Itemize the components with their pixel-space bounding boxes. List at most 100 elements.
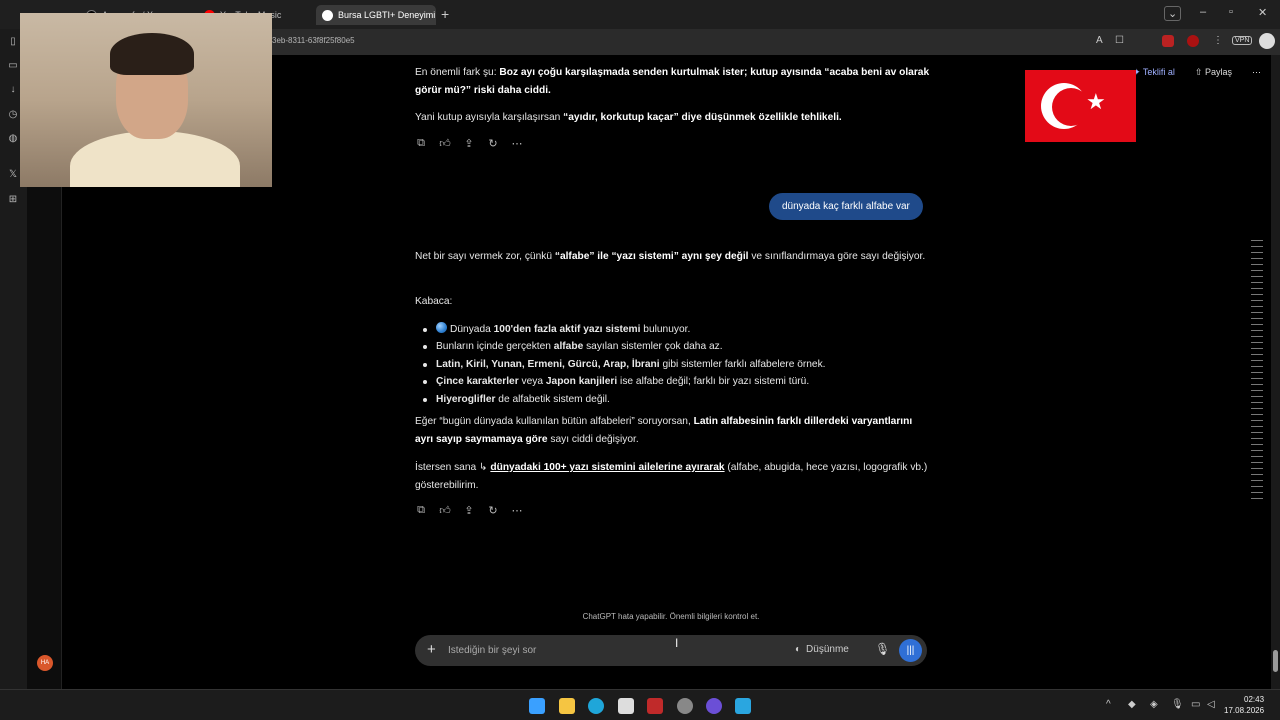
settings-icon[interactable] (677, 698, 693, 714)
thumbs-icon[interactable]: 👍︎ (439, 137, 451, 150)
text: Bunların içinde gerçekten (436, 341, 554, 353)
text: ve sınıflandırmaya göre sayı değişiyor. (748, 251, 926, 262)
extensions-menu-icon[interactable]: ⋮ (1213, 35, 1223, 46)
new-tab-button[interactable]: + (441, 6, 449, 22)
add-attachment-button[interactable]: + (427, 641, 436, 658)
scrollbar-thumb[interactable] (1273, 650, 1278, 672)
vivaldi-icon[interactable] (647, 698, 663, 714)
more-options-icon[interactable]: ⋯ (1252, 67, 1261, 78)
edge-icon[interactable] (588, 698, 604, 714)
conversation-minimap[interactable] (1251, 240, 1263, 502)
store-icon[interactable] (618, 698, 634, 714)
voice-mode-button[interactable]: ||| (899, 639, 922, 662)
thinking-label: Düşünme (806, 644, 849, 655)
copy-icon[interactable]: ⧉ (415, 137, 427, 150)
text: Net bir sayı vermek zor, çünkü (415, 251, 555, 262)
maximize-button[interactable]: ▫ (1229, 6, 1233, 18)
get-plus-button[interactable]: ✦ Teklifi al (1133, 67, 1175, 78)
share-icon[interactable]: ⇪ (463, 504, 475, 517)
bold-text: Latin, Kiril, Yunan, Ermeni, Gürcü, Arap… (436, 358, 660, 370)
bold-text: “alfabe” ile “yazı sistemi” aynı şey değ… (554, 251, 749, 262)
translate-icon[interactable]: A (1096, 35, 1103, 46)
reading-list-icon[interactable]: ▭ (7, 60, 19, 72)
star-icon: ★ (1086, 89, 1106, 114)
get-plus-label: Teklifi al (1142, 67, 1175, 77)
time: 02:43 (1244, 695, 1265, 704)
add-panel-icon[interactable]: ⊞ (7, 194, 19, 206)
text: sayılan sistemler çok daha az. (583, 341, 723, 353)
microphone-icon[interactable]: 🎙︎ (875, 642, 890, 656)
vpn-button[interactable]: VPN (1232, 36, 1253, 45)
regenerate-icon[interactable]: ↻ (487, 504, 499, 517)
chat-input[interactable] (448, 641, 748, 660)
telegram-icon[interactable] (735, 698, 751, 714)
text: Dünyada (450, 324, 494, 335)
network-icon[interactable]: ▭ (1191, 699, 1200, 710)
list-item: Dünyada 100'den fazla aktif yazı sistemi… (423, 321, 936, 338)
obs-icon[interactable] (706, 698, 722, 714)
list-item: Hiyeroglifler de alfabetik sistem değil. (423, 391, 936, 408)
tab-active[interactable]: Bursa LGBTI+ Deneyimi Öz (316, 5, 436, 25)
list-item: Latin, Kiril, Yunan, Ermeni, Gürcü, Arap… (423, 356, 936, 373)
extension-icon[interactable] (1162, 35, 1174, 47)
tray-app-icon[interactable]: ◆ (1128, 699, 1136, 710)
discord-icon[interactable]: ◍ (7, 133, 19, 145)
x-sidebar-icon[interactable]: 𝕏 (7, 169, 19, 181)
avatar[interactable]: HA (37, 655, 53, 671)
history-icon[interactable]: ◷ (7, 109, 19, 121)
scrollbar[interactable] (1271, 55, 1280, 689)
url-text[interactable]: 3eb-8311-63f8f25f80e5 (272, 36, 355, 45)
webcam-overlay (20, 13, 272, 187)
regenerate-icon[interactable]: ↻ (487, 137, 499, 150)
text: Eğer “bugün dünyada kullanılan bütün alf… (415, 416, 694, 427)
arrow-icon: ↳ (479, 462, 488, 473)
text: bulunuyor. (640, 324, 691, 335)
composer: + ◐ Düşünme 🎙︎ ||| (415, 635, 927, 666)
share-label: Paylaş (1204, 67, 1232, 77)
text: gibi sistemler farklı alfabelere örnek. (659, 358, 826, 370)
suggestion-link[interactable]: dünyadaki 100+ yazı sistemini ailelerine… (490, 462, 724, 473)
bookmark-icon[interactable]: ☐ (1115, 35, 1124, 46)
ublock-icon[interactable] (1187, 35, 1199, 47)
thumbs-icon[interactable]: 👍︎ (439, 504, 451, 517)
tray-mic-icon[interactable]: 🎙︎ (1171, 699, 1184, 710)
copy-icon[interactable]: ⧉ (415, 504, 427, 517)
clock[interactable]: 02:43 17.08.2026 (1224, 694, 1264, 716)
start-icon[interactable] (529, 698, 545, 714)
bold-text: 100'den fazla aktif yazı sistemi (493, 324, 641, 335)
text: de alfabetik sistem değil. (495, 393, 610, 405)
prev-answer-p2: Yani kutup ayısıyla karşılaşırsan “ayıdı… (415, 109, 930, 127)
screen: Apacayfa / X YouTube Music Bursa LGBTI+ … (0, 0, 1280, 720)
tray-app-icon-2[interactable]: ◈ (1150, 699, 1158, 710)
answer-p4: İstersen sana ↳ dünyadaki 100+ yazı sist… (415, 459, 930, 494)
file-explorer-icon[interactable] (559, 698, 575, 714)
prev-answer-p1: En önemli fark şu: Boz ayı çoğu karşılaş… (415, 64, 930, 99)
tray-chevron-icon[interactable]: ^ (1106, 699, 1111, 710)
close-window-button[interactable]: ✕ (1258, 6, 1267, 19)
more-icon[interactable]: ⋯ (511, 504, 523, 517)
chatgpt-icon (322, 9, 333, 21)
profile-icon[interactable] (1259, 33, 1275, 49)
user-message-bubble: dünyada kaç farklı alfabe var (769, 193, 923, 220)
bold-text: Japon kanjileri (545, 376, 618, 388)
more-icon[interactable]: ⋯ (511, 137, 523, 150)
share-button[interactable]: ⇧ Paylaş (1195, 67, 1232, 78)
text: ise alfabe değil; farklı bir yazı sistem… (617, 376, 810, 388)
tab-search-icon[interactable]: ⌄ (1164, 6, 1182, 21)
answer-bullet-list: Dünyada 100'den fazla aktif yazı sistemi… (423, 321, 936, 408)
date: 17.08.2026 (1224, 706, 1265, 715)
disclaimer: ChatGPT hata yapabilir. Önemli bilgileri… (582, 612, 760, 621)
download-icon[interactable]: ↓ (7, 84, 19, 96)
share-icon[interactable]: ⇪ (463, 137, 475, 150)
text: İstersen sana (415, 462, 479, 473)
list-item: Bunların içinde gerçekten alfabe sayılan… (423, 338, 936, 355)
volume-icon[interactable]: ◁ (1207, 699, 1215, 710)
tab-label: Bursa LGBTI+ Deneyimi Öz (338, 10, 436, 20)
thinking-toggle[interactable]: ◐ Düşünme (795, 644, 849, 655)
globe-icon (436, 322, 447, 333)
text: veya (518, 376, 546, 388)
panel-icon[interactable]: ▯ (7, 36, 19, 48)
minimize-button[interactable]: – (1200, 6, 1206, 18)
answer-intro: Net bir sayı vermek zor, çünkü “alfabe” … (415, 248, 930, 266)
webcam-person-shirt (70, 131, 240, 187)
